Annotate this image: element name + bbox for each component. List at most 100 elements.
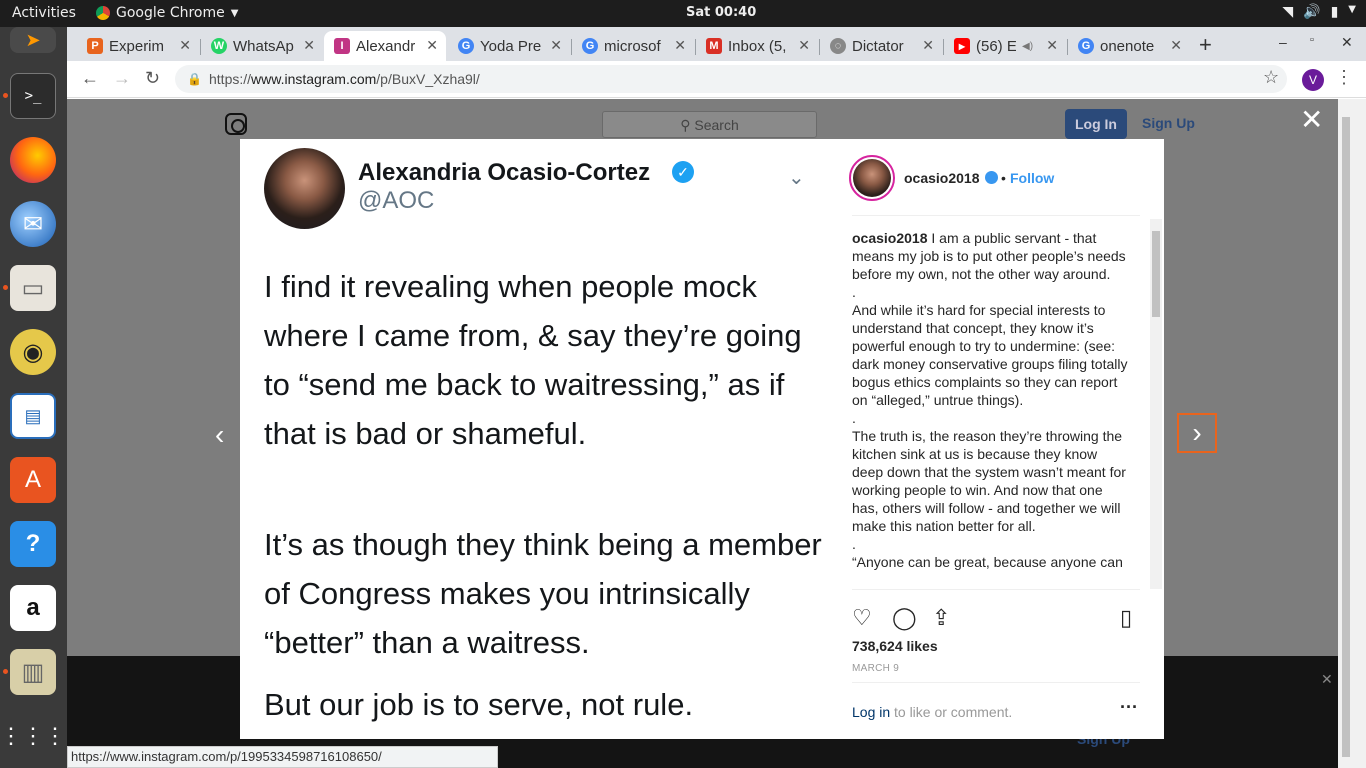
login-prompt-text: to like or comment. <box>894 704 1013 720</box>
activities-button[interactable]: Activities <box>12 5 76 21</box>
running-indicator <box>3 285 8 290</box>
scrollbar-thumb[interactable] <box>1152 231 1160 317</box>
chrome-menu-icon[interactable]: ⋮ <box>1335 67 1353 88</box>
tab-yoda[interactable]: G Yoda Pre ✕ <box>448 31 570 61</box>
terminal-icon[interactable]: >_ <box>10 73 56 119</box>
new-tab-button[interactable]: + <box>1199 32 1212 58</box>
chevron-down-icon: ⌄ <box>788 167 805 189</box>
post-sidebar: ocasio2018 • Follow ocasio2018 I am a pu… <box>840 139 1164 739</box>
tab-dictator[interactable]: ◌ Dictator ✕ <box>820 31 942 61</box>
author-username[interactable]: ocasio2018 <box>904 170 980 186</box>
chrome-icon <box>96 6 110 20</box>
google-icon: G <box>1078 38 1094 54</box>
close-modal-icon[interactable]: ✕ <box>1300 103 1323 136</box>
close-icon[interactable]: ✕ <box>179 37 191 54</box>
caption-scrollbar[interactable] <box>1150 219 1162 589</box>
files-icon[interactable]: ▭ <box>10 265 56 311</box>
running-indicator <box>3 93 8 98</box>
tab-youtube[interactable]: ▶ (56) E ◀) ✕ <box>944 31 1066 61</box>
search-input[interactable]: ⚲ Search <box>602 111 817 138</box>
tab-inbox[interactable]: M Inbox (5, ✕ <box>696 31 818 61</box>
status-bar-url: https://www.instagram.com/p/199533459871… <box>67 746 498 768</box>
tab-onenote[interactable]: G onenote ✕ <box>1068 31 1190 61</box>
profile-avatar[interactable]: V <box>1302 69 1324 91</box>
wifi-icon: ◥ <box>1282 4 1294 20</box>
author-avatar[interactable] <box>849 155 895 201</box>
signup-link[interactable]: Sign Up <box>1142 115 1195 131</box>
sublime-icon[interactable]: ➤ <box>10 27 56 53</box>
app-menu[interactable]: Google Chrome ▼ <box>96 5 238 21</box>
follow-button[interactable]: Follow <box>1010 170 1054 186</box>
tweet-handle: @AOC <box>358 187 435 214</box>
lock-icon[interactable]: 🔒 <box>187 65 202 93</box>
like-heart-icon[interactable]: ♡ <box>852 605 872 631</box>
tab-instagram-active[interactable]: I Alexandr ✕ <box>324 31 446 61</box>
tab-favicon: W <box>211 38 227 54</box>
verified-icon <box>985 171 998 184</box>
amazon-icon[interactable]: a <box>10 585 56 631</box>
close-window-button[interactable]: ✕ <box>1341 34 1353 51</box>
reload-button[interactable]: ↻ <box>145 68 160 89</box>
chevron-down-icon: ▼ <box>230 7 239 19</box>
caption-username[interactable]: ocasio2018 <box>852 230 928 246</box>
app-name: Google Chrome <box>116 5 225 21</box>
close-icon[interactable]: ✕ <box>1321 671 1333 688</box>
browser-toolbar: ← → ↻ 🔒 https://www.instagram.com/p/BuxV… <box>67 61 1366 98</box>
post-image-tweet: Alexandria Ocasio-Cortez ✓ @AOC ⌄ I find… <box>240 139 840 739</box>
firefox-icon[interactable] <box>10 137 56 183</box>
close-icon[interactable]: ✕ <box>798 37 810 54</box>
share-icon[interactable]: ⇪ <box>932 605 950 631</box>
forward-button[interactable]: → <box>113 68 131 89</box>
maximize-button[interactable]: ▫ <box>1310 34 1314 46</box>
search-icon: ⚲ <box>680 117 695 133</box>
close-icon[interactable]: ✕ <box>922 37 934 54</box>
help-icon[interactable]: ? <box>10 521 56 567</box>
post-caption: ocasio2018 I am a public servant - that … <box>852 230 1128 570</box>
tweet-avatar <box>264 148 345 229</box>
volume-icon: 🔊 <box>1303 4 1321 20</box>
address-bar[interactable]: 🔒 https://www.instagram.com/p/BuxV_Xzha9… <box>175 65 1287 93</box>
archive-icon[interactable]: ▥ <box>10 649 56 695</box>
post-date: MARCH 9 <box>852 663 900 674</box>
dock: ➤ >_ ✉ ▭ ◉ ▤ A ? a ▥ ⋮⋮⋮ <box>0 27 67 768</box>
previous-post-arrow-icon[interactable]: ‹ <box>215 419 224 451</box>
login-button[interactable]: Log In <box>1065 109 1127 139</box>
system-tray[interactable]: ◥ 🔊 ▮ ▼ <box>1282 4 1356 20</box>
bookmark-icon[interactable]: ▯ <box>1120 605 1132 631</box>
software-icon[interactable]: A <box>10 457 56 503</box>
back-button[interactable]: ← <box>81 68 99 89</box>
close-icon[interactable]: ✕ <box>550 37 562 54</box>
more-options-icon[interactable]: ··· <box>1120 697 1138 718</box>
instagram-logo-icon[interactable] <box>225 113 247 135</box>
clock[interactable]: Sat 00:40 <box>686 5 756 20</box>
next-post-arrow-icon[interactable]: › <box>1177 413 1217 453</box>
gmail-icon: M <box>706 38 722 54</box>
tab-favicon: I <box>334 38 350 54</box>
tweet-paragraph: It’s as though they think being a member… <box>264 527 822 660</box>
thunderbird-icon[interactable]: ✉ <box>10 201 56 247</box>
tweet-paragraph: But our job is to serve, not rule. <box>264 687 694 722</box>
comment-icon[interactable]: ◯ <box>892 605 917 631</box>
system-top-bar: Activities Google Chrome ▼ Sat 00:40 ◥ 🔊… <box>0 0 1366 27</box>
page-scrollbar-thumb[interactable] <box>1342 117 1350 757</box>
bookmark-star-icon[interactable]: ☆ <box>1263 67 1279 88</box>
tab-experim[interactable]: P Experim ✕ <box>77 31 199 61</box>
close-icon[interactable]: ✕ <box>1046 37 1058 54</box>
tab-microsoft[interactable]: G microsof ✕ <box>572 31 694 61</box>
minimize-button[interactable]: – <box>1279 34 1287 50</box>
close-icon[interactable]: ✕ <box>674 37 686 54</box>
login-link[interactable]: Log in <box>852 704 890 720</box>
like-count[interactable]: 738,624 likes <box>852 638 938 654</box>
close-icon[interactable]: ✕ <box>426 37 438 54</box>
globe-icon: ◌ <box>830 38 846 54</box>
post-modal: Alexandria Ocasio-Cortez ✓ @AOC ⌄ I find… <box>240 139 1164 739</box>
page-viewport: ⚲ Search Log In Sign Up Sign Up ✕ ✕ ‹ › … <box>67 99 1338 768</box>
app-grid-icon[interactable]: ⋮⋮⋮ <box>0 713 66 759</box>
rhythmbox-icon[interactable]: ◉ <box>10 329 56 375</box>
youtube-icon: ▶ <box>954 38 970 54</box>
close-icon[interactable]: ✕ <box>1170 37 1182 54</box>
writer-icon[interactable]: ▤ <box>10 393 56 439</box>
tab-whatsapp[interactable]: W WhatsAp ✕ <box>201 31 323 61</box>
tweet-author-name: Alexandria Ocasio-Cortez <box>358 159 651 186</box>
close-icon[interactable]: ✕ <box>303 37 315 54</box>
